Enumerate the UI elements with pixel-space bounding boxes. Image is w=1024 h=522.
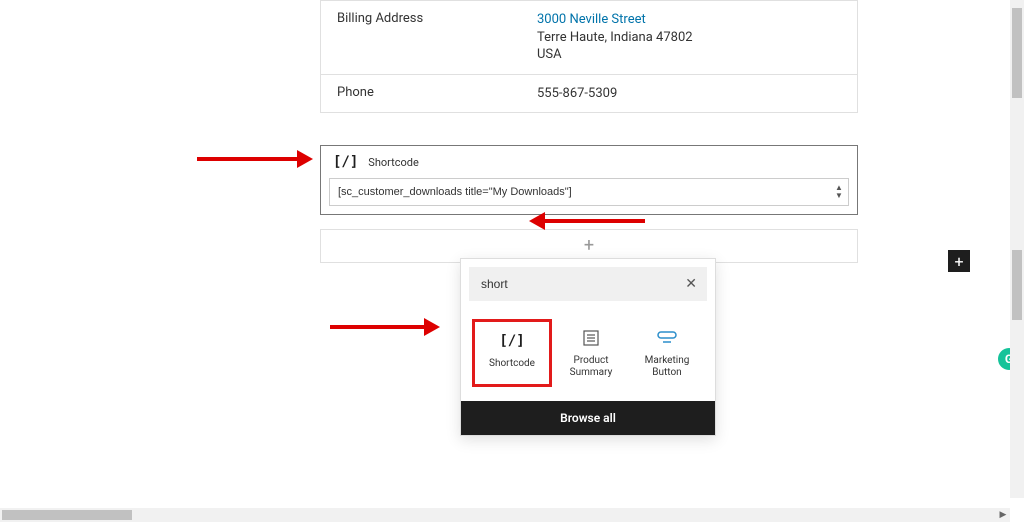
phone-label: Phone: [337, 85, 537, 103]
horizontal-scrollbar[interactable]: ◀ ▶: [0, 508, 1010, 522]
list-icon: [583, 327, 599, 349]
scroll-right-arrow-icon[interactable]: ▶: [996, 508, 1010, 522]
phone-row: Phone 555-867-5309: [321, 74, 857, 113]
shortcode-icon: [/]: [333, 154, 358, 170]
plus-icon: +: [584, 237, 594, 255]
shortcode-icon: [/]: [499, 330, 524, 352]
inserter-search-input[interactable]: [479, 276, 685, 292]
shortcode-input[interactable]: [329, 178, 849, 206]
shortcode-block[interactable]: [/] Shortcode ▲ ▼: [320, 145, 858, 215]
editor-canvas: Billing Address 3000 Neville Street Terr…: [80, 0, 980, 498]
number-spinner[interactable]: ▲ ▼: [831, 180, 847, 204]
chevron-down-icon: ▼: [835, 192, 843, 200]
browse-all-button[interactable]: Browse all: [461, 401, 715, 435]
scrollbar-thumb[interactable]: [1012, 8, 1022, 98]
vertical-scrollbar[interactable]: [1010, 0, 1024, 498]
shortcode-block-header: [/] Shortcode: [321, 146, 857, 178]
floating-add-block-button[interactable]: +: [948, 250, 970, 272]
billing-address-value: 3000 Neville Street Terre Haute, Indiana…: [537, 11, 841, 64]
page-root: { "billing": { "label": "Billing Address…: [0, 0, 1024, 522]
inserter-item-product-summary[interactable]: Product Summary: [554, 319, 628, 387]
inserter-item-shortcode[interactable]: [/] Shortcode: [472, 319, 552, 387]
block-inserter-popover: ✕ [/] Shortcode Product Summary Marketin…: [460, 258, 716, 436]
content-column: Billing Address 3000 Neville Street Terr…: [320, 0, 858, 263]
scrollbar-thumb[interactable]: [1012, 250, 1022, 320]
billing-address-label: Billing Address: [337, 11, 537, 64]
plus-icon: +: [954, 252, 963, 271]
inserter-item-label: Marketing Button: [632, 355, 702, 379]
billing-address-row: Billing Address 3000 Neville Street Terr…: [321, 1, 857, 74]
billing-city: Terre Haute, Indiana 47802: [537, 30, 693, 45]
shortcode-input-wrap: ▲ ▼: [329, 178, 849, 206]
clear-search-icon[interactable]: ✕: [685, 276, 697, 292]
phone-value: 555-867-5309: [537, 85, 841, 103]
inserter-results-grid: [/] Shortcode Product Summary Marketing …: [461, 309, 715, 401]
shortcode-title: Shortcode: [368, 156, 419, 169]
inserter-item-marketing-button[interactable]: Marketing Button: [630, 319, 704, 387]
shortcode-body: ▲ ▼: [321, 178, 857, 214]
inserter-item-label: Product Summary: [556, 355, 626, 379]
billing-country: USA: [537, 47, 562, 62]
scrollbar-thumb[interactable]: [2, 510, 132, 520]
button-icon: [657, 327, 677, 349]
billing-info-panel: Billing Address 3000 Neville Street Terr…: [320, 0, 858, 113]
billing-street: 3000 Neville Street: [537, 12, 646, 27]
inserter-item-label: Shortcode: [489, 358, 535, 370]
inserter-search: ✕: [469, 267, 707, 301]
